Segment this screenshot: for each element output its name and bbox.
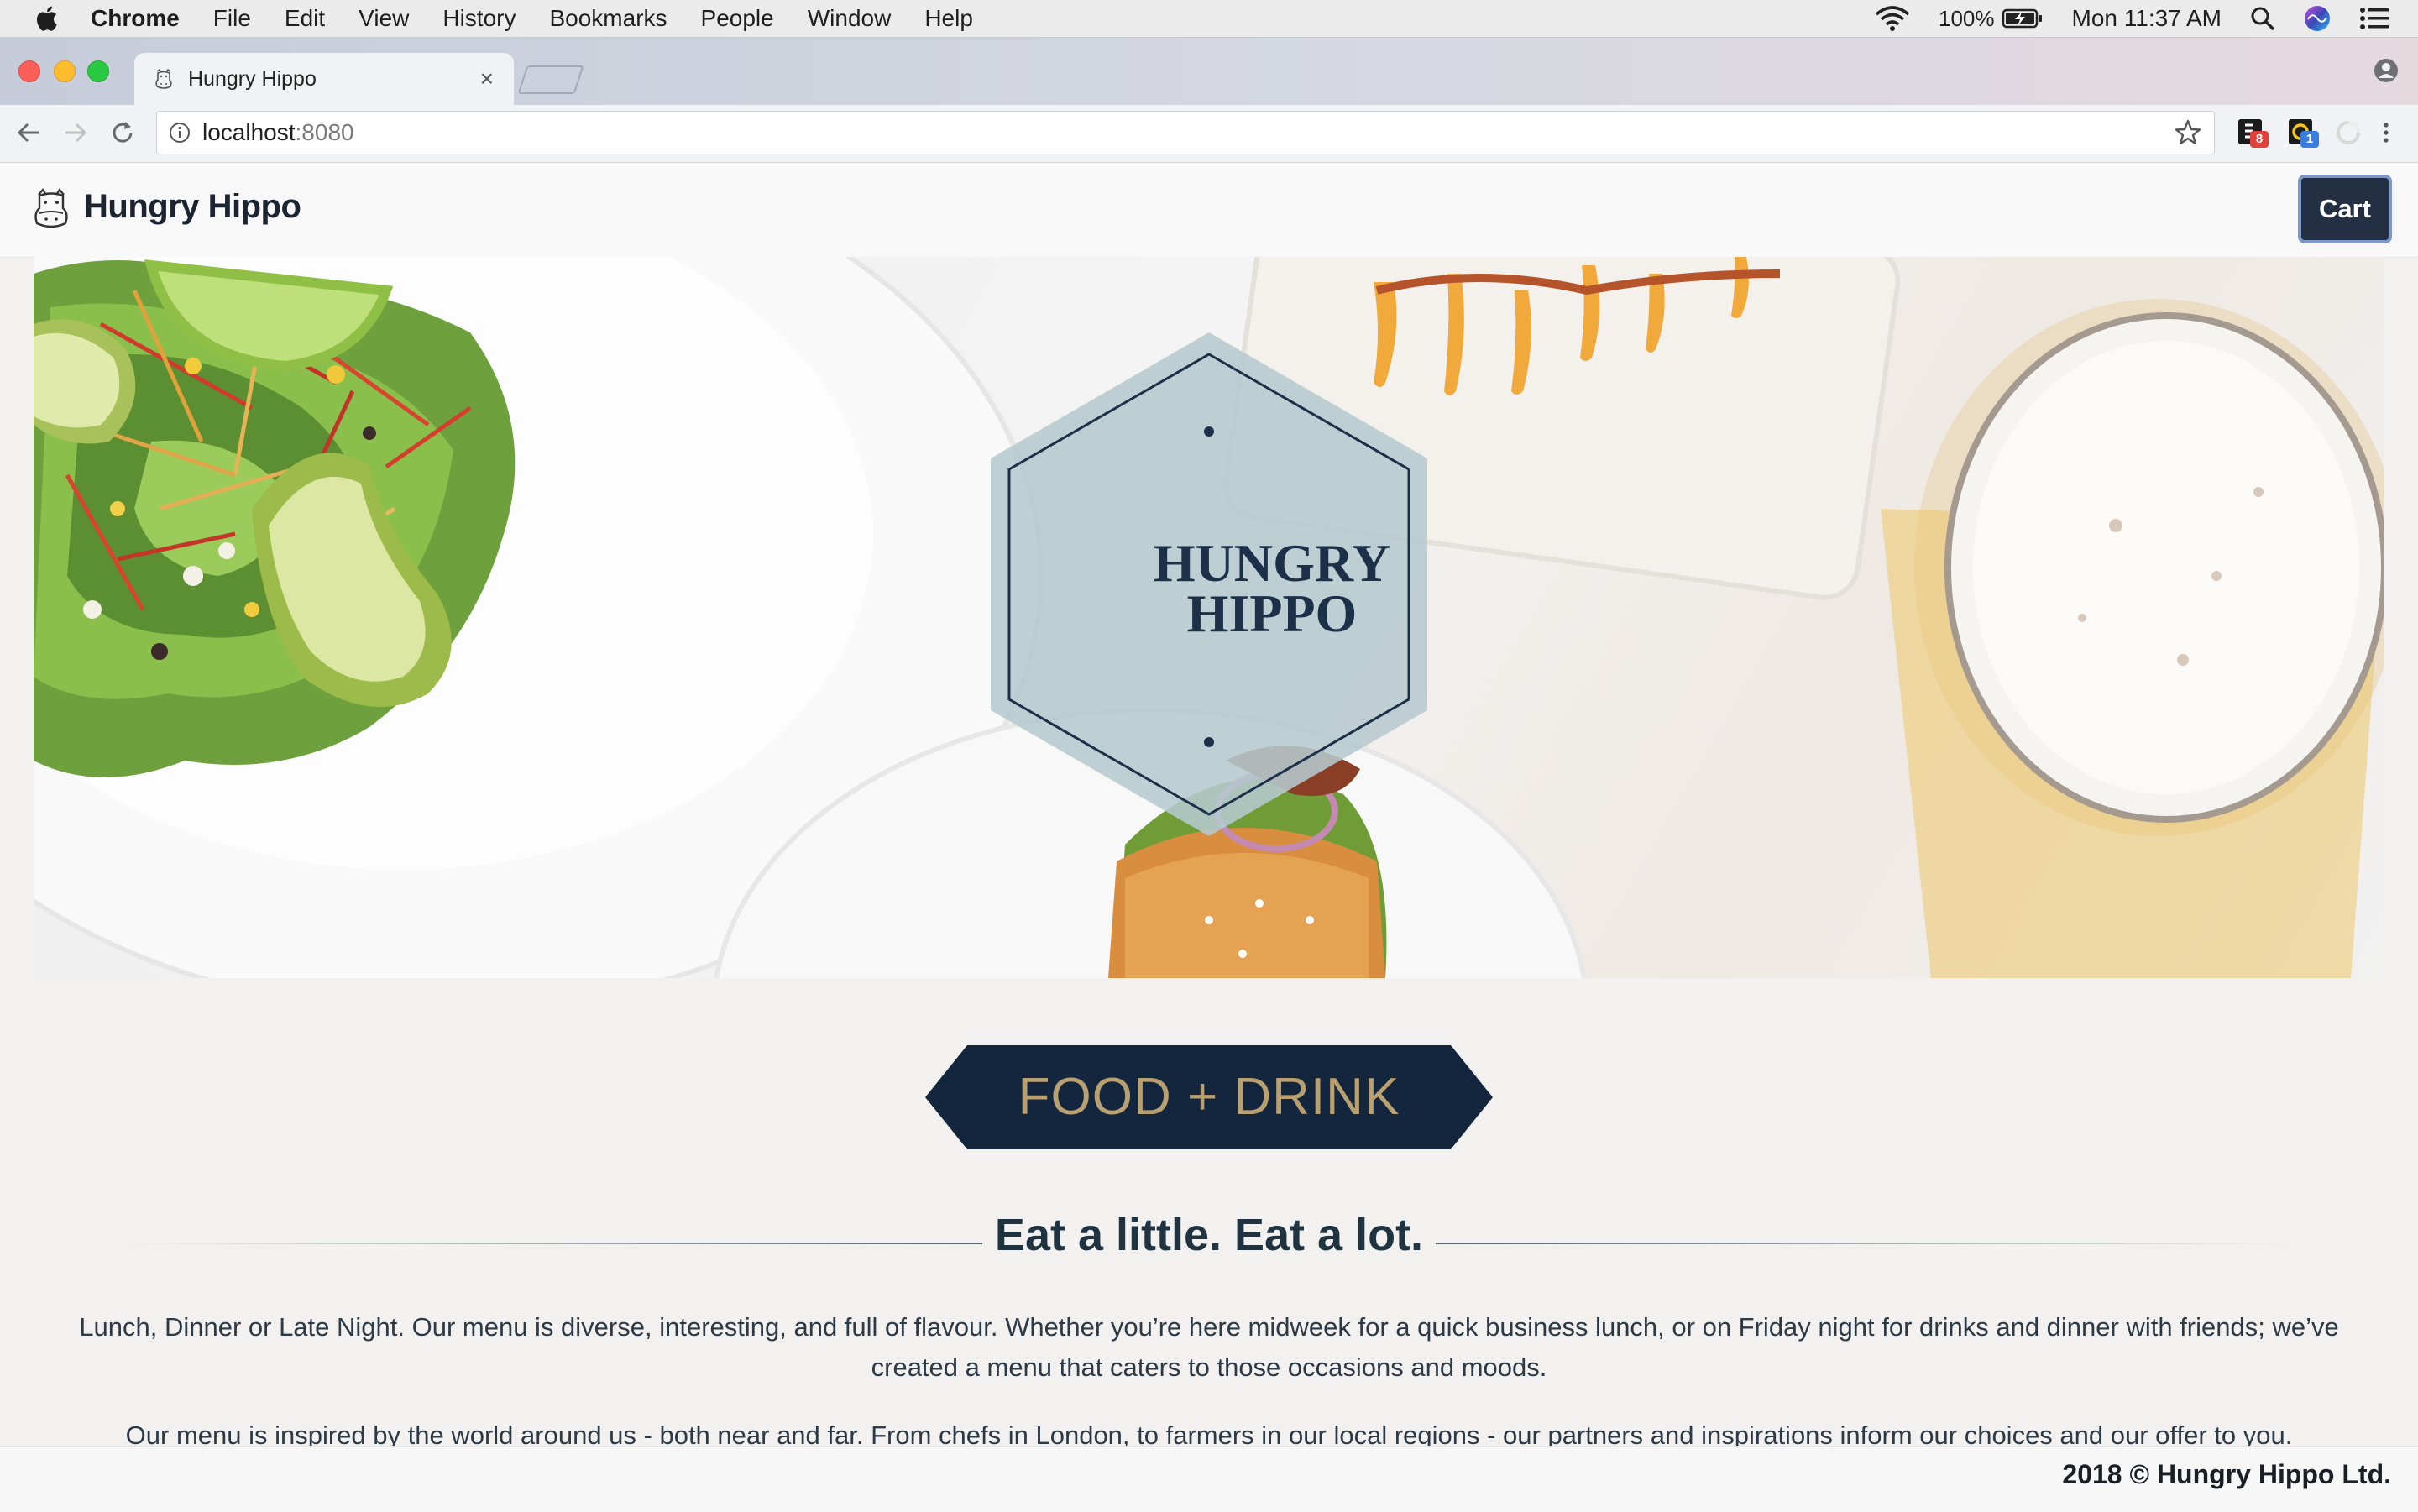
hippo-favicon-icon [155, 68, 172, 89]
intro-paragraph-2: Our menu is inspired by the world around… [125, 1420, 2293, 1446]
hero-title-line-1: HUNGRY [1153, 533, 1391, 593]
menu-app-name[interactable]: Chrome [91, 5, 180, 32]
site-navbar [0, 163, 2418, 258]
address-bar[interactable]: localhost:8080 [156, 111, 2215, 154]
brand-name[interactable]: Hungry Hippo [84, 188, 301, 226]
menu-file[interactable]: File [213, 5, 251, 32]
apple-icon[interactable] [34, 3, 59, 34]
menu-view[interactable]: View [359, 5, 409, 32]
menu-edit[interactable]: Edit [285, 5, 325, 32]
section-title: FOOD + DRINK [1018, 1068, 1400, 1126]
back-arrow-icon[interactable] [13, 118, 44, 148]
status-area: 100% Mon 11:37 AM [1875, 0, 2418, 37]
menu-people[interactable]: People [701, 5, 774, 32]
cart-button[interactable]: Cart [2298, 175, 2392, 243]
site-footer [0, 1446, 2418, 1512]
battery-icon[interactable] [2002, 8, 2044, 29]
chrome-menu-icon[interactable] [2376, 118, 2396, 148]
divider-left [126, 1243, 982, 1244]
hero-title-line-2: HIPPO [1186, 583, 1358, 643]
window-minimize-button[interactable] [54, 60, 76, 82]
hero-banner: HUNGRY HIPPO [34, 257, 2384, 978]
divider-right [1436, 1243, 2292, 1244]
url-host: localhost [202, 119, 296, 145]
menu-history[interactable]: History [442, 5, 516, 32]
window-close-button[interactable] [18, 60, 40, 82]
extension-badge: 1 [2300, 131, 2319, 148]
section-headline: Eat a little. Eat a lot. [994, 1210, 1424, 1260]
notification-center-icon[interactable] [2359, 7, 2389, 30]
new-tab-button[interactable] [517, 65, 584, 94]
siri-icon[interactable] [2304, 5, 2331, 32]
site-info-icon[interactable] [169, 122, 191, 144]
intro-paragraph-1: Lunch, Dinner or Late Night. Our menu is… [79, 1312, 2339, 1382]
forward-arrow-icon[interactable] [60, 118, 91, 148]
wifi-icon[interactable] [1875, 6, 1910, 31]
extension-badge: 8 [2250, 131, 2269, 148]
menu-help[interactable]: Help [924, 5, 973, 32]
extension-loading-icon[interactable] [2334, 118, 2363, 148]
browser-tab-active[interactable]: Hungry Hippo × [134, 53, 514, 105]
spotlight-search-icon[interactable] [2250, 6, 2275, 31]
hero-logo-title: HUNGRY HIPPO [1028, 533, 1515, 643]
window-zoom-button[interactable] [87, 60, 109, 82]
url-port: :8080 [295, 119, 354, 145]
battery-percentage: 100% [1939, 5, 1995, 31]
menu-bookmarks[interactable]: Bookmarks [549, 5, 667, 32]
reload-icon[interactable] [107, 118, 138, 148]
menu-window[interactable]: Window [808, 5, 892, 32]
hippo-logo-icon[interactable] [32, 186, 71, 232]
tab-close-icon[interactable]: × [480, 65, 494, 92]
macos-menu-bar: Chrome File Edit View History Bookmarks … [0, 0, 2418, 38]
menu-clock[interactable]: Mon 11:37 AM [2072, 5, 2222, 32]
footer-copyright: 2018 © Hungry Hippo Ltd. [2062, 1459, 2391, 1489]
tab-title: Hungry Hippo [188, 66, 317, 91]
profile-icon[interactable] [2373, 57, 2400, 84]
bookmark-star-icon[interactable] [2174, 118, 2202, 147]
